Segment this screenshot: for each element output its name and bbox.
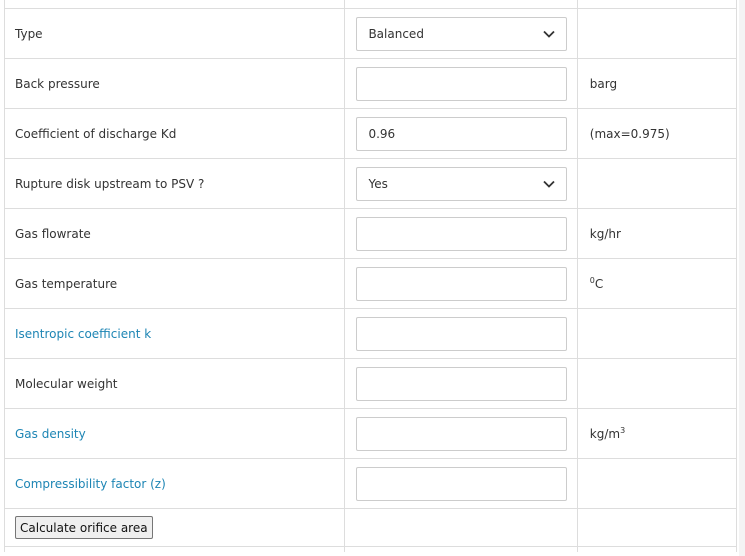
field-label-molecular-weight: Molecular weight	[15, 376, 118, 391]
compressibility-factor-input[interactable]	[356, 466, 568, 501]
label-cell: Coefficient of discharge Kd	[3, 108, 346, 159]
gas-density-input[interactable]	[356, 416, 568, 451]
input-cell: Balanced	[344, 8, 578, 59]
input-cell	[344, 58, 578, 109]
gas-flowrate-input[interactable]	[356, 216, 568, 251]
unit-label: kg/m3	[578, 425, 736, 441]
table-row-top-stub	[3, 0, 738, 9]
type-select[interactable]: Balanced	[356, 16, 568, 51]
unit-cell	[576, 458, 738, 509]
psv-sizing-form-table: Type Balanced Back pressure barg Coeffic…	[3, 0, 738, 552]
label-cell[interactable]: Gas density	[3, 408, 346, 459]
label-cell: Rupture disk upstream to PSV ?	[3, 158, 346, 209]
unit-cell: 0C	[576, 258, 738, 309]
select-value: Yes	[368, 176, 388, 191]
input-cell: Yes	[344, 158, 578, 209]
label-cell[interactable]: Isentropic coefficient k	[3, 308, 346, 359]
field-label-isentropic-coefficient-link[interactable]: Isentropic coefficient k	[5, 327, 344, 341]
unit-cell	[576, 308, 738, 359]
unit-cell: kg/m3	[576, 408, 738, 459]
field-label-back-pressure: Back pressure	[15, 76, 100, 91]
calculate-orifice-area-button[interactable]: Calculate orifice area	[15, 516, 153, 539]
unit-cell	[576, 358, 738, 409]
label-cell: Gas temperature	[3, 258, 346, 309]
discharge-coefficient-input[interactable]	[356, 116, 568, 151]
rupture-disk-select[interactable]: Yes	[356, 166, 568, 201]
input-cell	[344, 208, 578, 259]
unit-cell: (max=0.975)	[576, 108, 738, 159]
table-row: Type Balanced	[3, 8, 738, 59]
input-cell	[344, 108, 578, 159]
unit-label: 0C	[578, 276, 736, 291]
table-row: Molecular weight	[3, 358, 738, 409]
table-row: Gas flowrate kg/hr	[3, 208, 738, 259]
table-row-bottom-stub	[3, 546, 738, 552]
table-row: Back pressure barg	[3, 58, 738, 109]
unit-cell: kg/hr	[576, 208, 738, 259]
back-pressure-input[interactable]	[356, 66, 568, 101]
page-edge	[739, 0, 745, 556]
unit-label: kg/hr	[589, 226, 621, 241]
select-value: Balanced	[368, 26, 424, 41]
label-cell: Type	[3, 8, 346, 59]
molecular-weight-input[interactable]	[356, 366, 568, 401]
input-cell	[344, 358, 578, 409]
field-label-discharge-coefficient: Coefficient of discharge Kd	[15, 126, 177, 141]
unit-label: barg	[589, 76, 618, 91]
gas-temperature-input[interactable]	[356, 266, 568, 301]
table-row: Isentropic coefficient k	[3, 308, 738, 359]
table-row-actions: Calculate orifice area	[3, 508, 738, 547]
table-row: Compressibility factor (z)	[3, 458, 738, 509]
unit-base: C	[594, 276, 604, 291]
input-cell	[344, 458, 578, 509]
chevron-down-icon	[543, 30, 556, 38]
label-cell: Molecular weight	[3, 358, 346, 409]
unit-label: (max=0.975)	[589, 126, 670, 141]
action-cell: Calculate orifice area	[3, 508, 346, 547]
table-row: Rupture disk upstream to PSV ? Yes	[3, 158, 738, 209]
chevron-down-icon	[543, 180, 556, 188]
label-cell: Back pressure	[3, 58, 346, 109]
field-label-type: Type	[15, 26, 43, 41]
table-row: Gas temperature 0C	[3, 258, 738, 309]
field-label-gas-density-link[interactable]: Gas density	[5, 427, 344, 441]
isentropic-coefficient-input[interactable]	[356, 316, 568, 351]
field-label-compressibility-factor-link[interactable]: Compressibility factor (z)	[5, 477, 344, 491]
unit-cell: barg	[576, 58, 738, 109]
unit-base: kg/m	[589, 426, 621, 441]
field-label-rupture-disk: Rupture disk upstream to PSV ?	[15, 176, 205, 191]
input-cell	[344, 258, 578, 309]
unit-cell	[576, 8, 738, 59]
input-cell	[344, 308, 578, 359]
input-cell	[344, 408, 578, 459]
unit-superscript: 3	[620, 425, 626, 435]
unit-cell	[576, 158, 738, 209]
label-cell: Gas flowrate	[3, 208, 346, 259]
table-row: Gas density kg/m3	[3, 408, 738, 459]
label-cell[interactable]: Compressibility factor (z)	[3, 458, 346, 509]
table-row: Coefficient of discharge Kd (max=0.975)	[3, 108, 738, 159]
field-label-gas-temperature: Gas temperature	[15, 276, 118, 291]
field-label-gas-flowrate: Gas flowrate	[15, 226, 91, 241]
